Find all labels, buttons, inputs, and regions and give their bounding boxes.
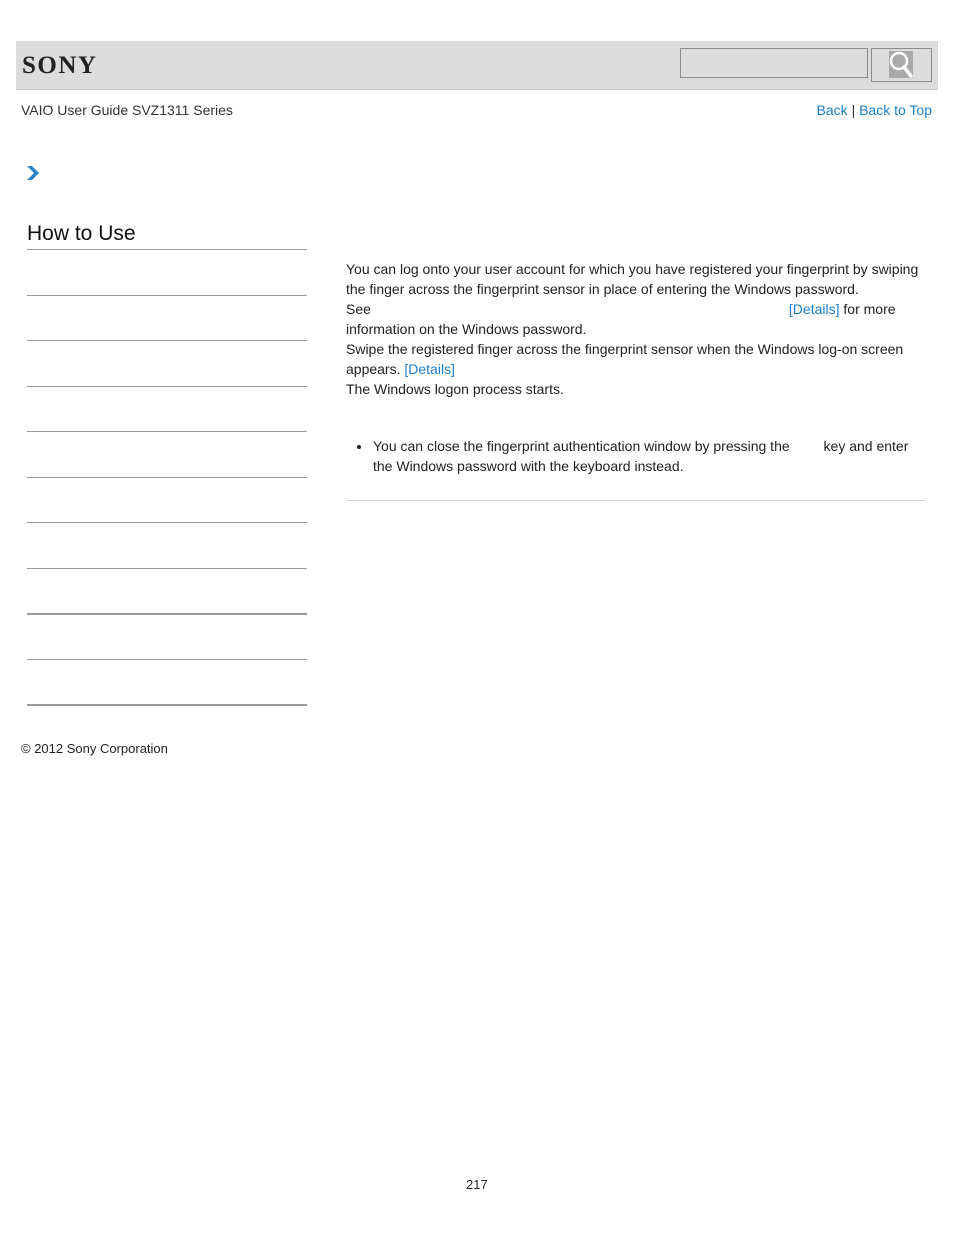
sidebar-title-rule [27, 249, 307, 250]
intro-paragraph: You can log onto your user account for w… [346, 259, 926, 339]
details-link[interactable]: [Details] [404, 361, 455, 377]
sidebar-item[interactable] [27, 613, 307, 615]
sidebar-title: How to Use [27, 222, 136, 245]
note-text-start: You can close the fingerprint authentica… [373, 438, 790, 454]
chevron-right-icon[interactable] [26, 165, 40, 181]
search-input[interactable] [680, 48, 868, 78]
details-link[interactable]: [Details] [789, 301, 840, 317]
back-link[interactable]: Back [817, 102, 848, 118]
sidebar-item[interactable] [27, 477, 307, 478]
sidebar-item[interactable] [27, 568, 307, 569]
back-to-top-link[interactable]: Back to Top [859, 102, 932, 118]
main-content: You can log onto your user account for w… [346, 259, 926, 476]
page-number: 217 [466, 1177, 488, 1192]
bullet-icon [357, 445, 361, 449]
intro-text: You can log onto your user account for w… [346, 261, 919, 297]
step-result: The Windows logon process starts. [346, 381, 564, 397]
content-divider [346, 500, 926, 501]
sony-logo: SONY [22, 52, 98, 79]
step: Swipe the registered finger across the f… [346, 339, 926, 399]
sidebar-item[interactable] [27, 340, 307, 341]
sidebar-item[interactable] [27, 386, 307, 387]
search-button[interactable] [871, 48, 932, 82]
guide-title: VAIO User Guide SVZ1311 Series [21, 102, 233, 118]
sidebar-item[interactable] [27, 522, 307, 523]
sidebar-item[interactable] [27, 295, 307, 296]
sidebar-item[interactable] [27, 431, 307, 432]
sidebar-item[interactable] [27, 704, 307, 706]
magnifier-icon [889, 51, 913, 78]
notes-list: You can close the fingerprint authentica… [346, 436, 926, 476]
header-bar: SONY [16, 41, 938, 90]
top-navigation: Back | Back to Top [817, 102, 932, 118]
see-label: See [346, 301, 371, 317]
sidebar-item[interactable] [27, 659, 307, 660]
nav-separator: | [851, 102, 856, 118]
copyright: © 2012 Sony Corporation [21, 741, 168, 756]
note-item: You can close the fingerprint authentica… [346, 436, 926, 476]
